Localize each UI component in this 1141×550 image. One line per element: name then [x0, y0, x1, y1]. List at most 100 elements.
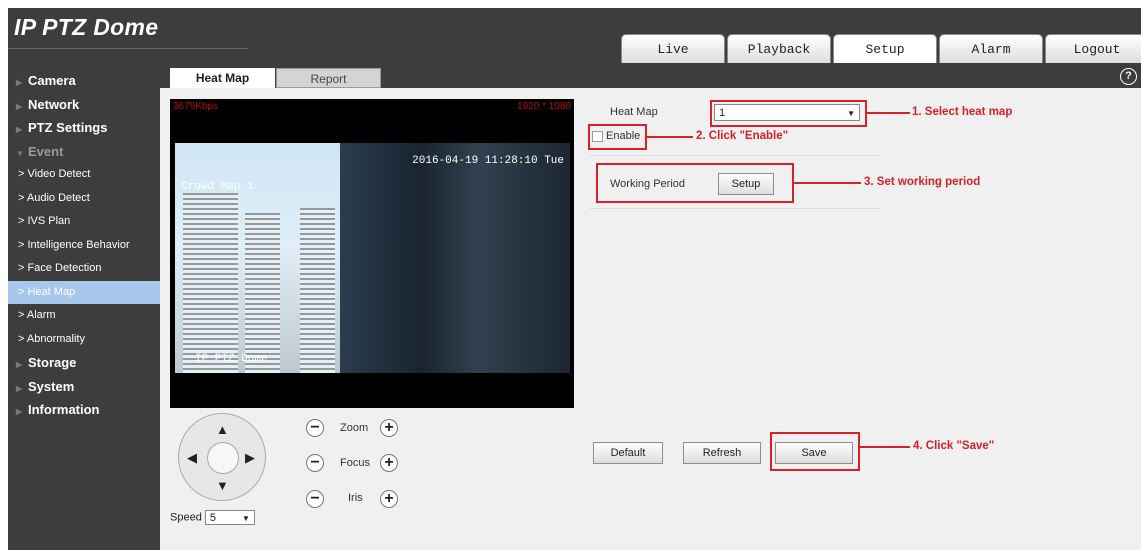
divider	[590, 208, 880, 209]
triangle-right-icon: ▶	[16, 360, 23, 369]
sidebar: ▶ Camera ▶ Network ▶ PTZ Settings ▼ Event > …	[8, 63, 160, 550]
arrow-up-icon[interactable]: ▲	[216, 422, 229, 437]
iris-down-button[interactable]: −	[306, 490, 324, 508]
sidebar-item-camera[interactable]: ▶ Camera	[8, 69, 160, 93]
heat-map-label: Heat Map	[610, 106, 658, 118]
sidebar-item-intelligence-behavior[interactable]: > Intelligence Behavior	[8, 234, 160, 258]
annotation-pointer-line	[647, 136, 693, 138]
speed-select[interactable]: 5 ▼	[204, 510, 255, 525]
sidebar-item-label: Alarm	[26, 309, 56, 321]
sidebar-item-label: Heat Map	[27, 285, 76, 298]
app-logo-title: IP PTZ Dome	[14, 14, 159, 40]
bitrate-readout: 3679Kbps	[173, 101, 219, 112]
sidebar-item-label: Abnormality	[26, 332, 85, 345]
triangle-right-icon: ▶	[16, 78, 23, 87]
tab-playback[interactable]: Playback	[727, 34, 831, 64]
sidebar-item-label: PTZ Settings	[28, 120, 108, 135]
focus-in-button[interactable]: +	[380, 454, 398, 472]
arrow-right-icon[interactable]: ▶	[245, 450, 255, 466]
sidebar-item-label: Video Detect	[27, 168, 91, 180]
ptz-direction-pad[interactable]: ▲ ▼ ◀ ▶	[178, 413, 266, 501]
tab-logout[interactable]: Logout	[1045, 34, 1141, 64]
chevron-right-icon: >	[18, 191, 27, 204]
building-wall	[340, 143, 570, 373]
tab-setup[interactable]: Setup	[833, 34, 937, 65]
video-overlay-title: IP PTZ Dome	[195, 353, 268, 365]
annotation-pointer-line	[794, 182, 861, 184]
sidebar-item-label: Intelligence Behavior	[27, 238, 130, 251]
iris-up-button[interactable]: +	[380, 490, 398, 508]
sidebar-item-label: Network	[28, 96, 80, 112]
sidebar-item-ptz-settings[interactable]: ▶ PTZ Settings	[8, 116, 160, 140]
sidebar-item-label: Information	[28, 402, 100, 417]
chevron-down-icon: ▼	[241, 514, 250, 523]
tab-live[interactable]: Live	[621, 34, 725, 64]
sidebar-item-label: System	[28, 378, 75, 394]
help-icon[interactable]: ?	[1120, 68, 1137, 85]
annotation-step-1: 1. Select heat map	[912, 106, 1013, 118]
highlight-box-save	[770, 432, 860, 471]
sidebar-item-information[interactable]: ▶ Information	[8, 398, 160, 422]
logo-divider	[8, 48, 248, 49]
sidebar-item-label: Camera	[28, 73, 76, 88]
sidebar-item-storage[interactable]: ▶ Storage	[8, 351, 160, 375]
sidebar-item-audio-detect[interactable]: > Audio Detect	[8, 187, 160, 211]
ptz-center-button[interactable]	[207, 442, 239, 474]
tab-alarm[interactable]: Alarm	[939, 34, 1043, 64]
video-overlay-label: Crowd Map 1	[181, 181, 254, 193]
top-header: IP PTZ Dome Live Playback Setup Alarm Lo…	[8, 8, 1141, 65]
annotation-step-3: 3. Set working period	[864, 176, 981, 188]
sidebar-item-heat-map[interactable]: > Heat Map	[8, 280, 160, 304]
triangle-right-icon: ▶	[16, 407, 23, 416]
annotation-step-4: 4. Click "Save"	[913, 440, 995, 452]
sidebar-item-label: Face Detection	[27, 262, 102, 274]
annotation-pointer-line	[860, 446, 910, 448]
triangle-right-icon: ▶	[16, 125, 23, 134]
sidebar-item-network[interactable]: ▶ Network	[8, 93, 160, 117]
sidebar-item-video-detect[interactable]: > Video Detect	[8, 163, 160, 187]
sidebar-item-label: Storage	[28, 355, 77, 370]
zoom-label: Zoom	[340, 422, 369, 434]
sidebar-item-abnormality[interactable]: > Abnormality	[8, 328, 160, 352]
main-nav-tabs: Live Playback Setup Alarm Logout	[621, 34, 1141, 65]
sidebar-item-label: IVS Plan	[27, 215, 71, 227]
zoom-out-button[interactable]: −	[306, 419, 324, 437]
highlight-box-heat-map	[710, 100, 867, 127]
resolution-readout: 1920 * 1080	[517, 101, 571, 112]
video-timestamp: 2016-04-19 11:28:10 Tue	[412, 155, 564, 167]
highlight-box-working-period	[596, 163, 794, 203]
video-preview: 3679Kbps 1920 * 1080 2016-04-19 11:28:10…	[170, 99, 574, 408]
arrow-left-icon[interactable]: ◀	[187, 450, 197, 466]
divider	[590, 155, 880, 156]
refresh-button[interactable]: Refresh	[683, 442, 761, 464]
subtab-bar: Heat Map Report ?	[160, 63, 1141, 88]
sidebar-item-ivs-plan[interactable]: > IVS Plan	[8, 210, 160, 234]
tab-heat-map[interactable]: Heat Map	[170, 68, 275, 88]
sidebar-item-system[interactable]: ▶ System	[8, 375, 160, 399]
triangle-down-icon: ▼	[16, 148, 24, 158]
building-shape	[183, 193, 238, 373]
sidebar-item-label: Event	[28, 143, 64, 159]
chevron-right-icon: >	[18, 309, 27, 321]
annotation-pointer-line	[867, 112, 910, 114]
focus-out-button[interactable]: −	[306, 454, 324, 472]
sidebar-item-event[interactable]: ▼ Event	[8, 140, 160, 164]
main-content: Heat Map Report ? 3679Kbps 1920 * 1080 2…	[160, 63, 1141, 550]
default-button[interactable]: Default	[593, 442, 663, 464]
chevron-right-icon: >	[18, 332, 27, 345]
speed-label: Speed	[170, 511, 202, 524]
sidebar-item-face-detection[interactable]: > Face Detection	[8, 257, 160, 281]
building-shape	[245, 213, 280, 373]
tab-report[interactable]: Report	[276, 68, 381, 88]
focus-label: Focus	[340, 457, 370, 469]
triangle-right-icon: ▶	[16, 383, 23, 393]
iris-label: Iris	[348, 492, 363, 504]
triangle-right-icon: ▶	[16, 101, 23, 111]
zoom-in-button[interactable]: +	[380, 419, 398, 437]
arrow-down-icon[interactable]: ▼	[216, 478, 229, 493]
highlight-box-enable	[588, 124, 647, 150]
speed-control: Speed 5 ▼	[170, 510, 255, 525]
camera-image: 2016-04-19 11:28:10 Tue Crowd Map 1 IP P…	[175, 143, 570, 373]
annotation-step-2: 2. Click "Enable"	[696, 130, 789, 142]
sidebar-item-alarm[interactable]: > Alarm	[8, 304, 160, 328]
